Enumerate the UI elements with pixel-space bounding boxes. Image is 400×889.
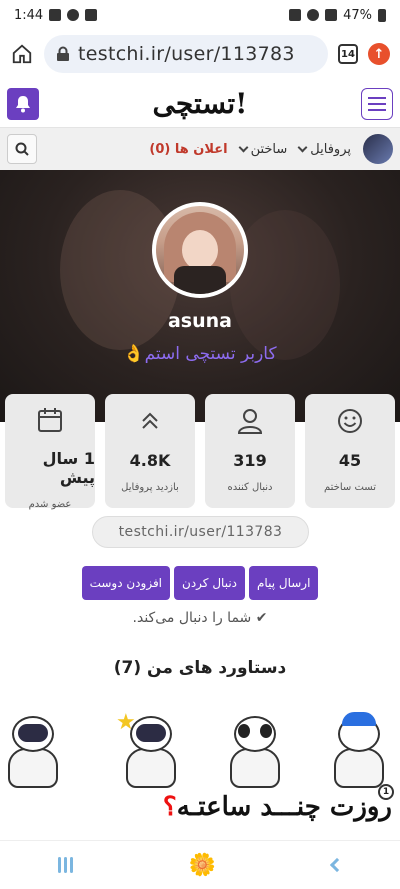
nav-build-label: ساختن (250, 141, 288, 157)
follow-button[interactable]: دنبال کردن (174, 566, 245, 600)
stat-member-since: 1 سال پیش عضو شدم (5, 394, 95, 510)
stat-profile-views: 4.8K بازدید پروفایل (105, 394, 195, 508)
star-icon: ★ (116, 710, 136, 735)
update-icon[interactable]: ↑ (368, 43, 390, 65)
notifications-button[interactable] (7, 87, 39, 120)
battery-icon (378, 8, 386, 22)
profile-actions: ارسال پیام دنبال کردن افزودن دوست (0, 566, 400, 600)
nav-build[interactable]: ساختن (238, 141, 288, 157)
stat-label: عضو شدم (28, 499, 72, 510)
search-icon (15, 142, 29, 156)
calendar-icon (36, 406, 64, 434)
stat-value: 45 (338, 451, 362, 470)
profile-username: asuna (167, 310, 232, 332)
stat-value: 1 سال پیش (42, 449, 95, 487)
banner-count-badge: 1 (378, 784, 394, 800)
hamburger-menu-button[interactable] (361, 87, 393, 120)
stat-value: 319 (233, 451, 267, 470)
follows-you-note: ✔ شما را دنبال می‌کند. (132, 610, 268, 626)
signal-icon (325, 9, 338, 21)
stat-label: دنبال کننده (227, 482, 273, 493)
profile-stats: 1 سال پیش عضو شدم 4.8K بازدید پروفایل 31… (5, 394, 395, 510)
stat-label: تست ساختم (324, 482, 376, 493)
banner-text: روزت چنـــد ساعتـه؟ (163, 792, 392, 822)
wifi-icon (307, 9, 320, 21)
nav-profile-label: پروفایل (310, 141, 351, 157)
nav-profile[interactable]: پروفایل (297, 141, 351, 157)
nav-notifications[interactable]: اعلان ها (0) (149, 142, 227, 157)
profile-role: کاربر تستچی استم👌 (123, 344, 277, 364)
profile-cover: asuna کاربر تستچی استم👌 (0, 170, 400, 422)
site-header: تستچی! (0, 80, 400, 128)
site-logo[interactable]: تستچی! (153, 87, 248, 120)
home-icon[interactable] (10, 42, 34, 66)
mute-icon (289, 9, 302, 21)
achievement-panda-badge[interactable] (216, 710, 296, 790)
stat-value: 4.8K (129, 451, 171, 470)
smiley-icon (336, 406, 364, 436)
achievements-list: ★ (0, 710, 400, 790)
achievement-astronaut-badge[interactable] (8, 710, 88, 790)
achievement-bear-badge[interactable] (320, 710, 400, 790)
lock-icon (57, 46, 69, 61)
status-bar: 1:44 47% (0, 0, 400, 30)
flower-home-icon[interactable]: 🌼 (189, 853, 216, 878)
back-icon[interactable] (329, 857, 345, 873)
achievements-title: دستاورد های من (7) (113, 658, 287, 678)
sync-icon (67, 9, 80, 21)
achievement-astronaut-star-badge[interactable]: ★ (112, 710, 192, 790)
send-message-button[interactable]: ارسال پیام (249, 566, 319, 600)
browser-bottom-nav: 🌼 (0, 840, 400, 889)
user-icon (236, 406, 264, 436)
nav-bar: پروفایل ساختن اعلان ها (0) (0, 128, 400, 170)
profile-url-pill[interactable]: testchi.ir/user/113783 (92, 516, 309, 548)
stat-followers[interactable]: 319 دنبال کننده (205, 394, 295, 508)
battery-level: 47% (343, 7, 372, 23)
add-friend-button[interactable]: افزودن دوست (81, 566, 171, 600)
profile-avatar[interactable] (152, 202, 248, 298)
tabs-button[interactable]: 14 (338, 44, 358, 64)
clock: 1:44 (14, 7, 44, 23)
gallery-icon (85, 9, 98, 21)
url-text: testchi.ir/user/113783 (78, 43, 295, 65)
hourly-badge-banner[interactable]: روزت چنـــد ساعتـه؟ 1 (140, 784, 400, 836)
stat-label: بازدید پروفایل (121, 482, 179, 493)
address-bar[interactable]: testchi.ir/user/113783 (44, 35, 328, 73)
bell-icon (16, 95, 30, 112)
nav-avatar[interactable] (363, 134, 393, 164)
browser-toolbar: testchi.ir/user/113783 14 ↑ (0, 30, 400, 78)
cover-image-shadow (230, 210, 340, 360)
recent-apps-icon[interactable] (57, 857, 73, 873)
banner-question-mark: ؟ (162, 792, 177, 822)
message-icon (49, 9, 62, 21)
chevrons-up-icon (138, 406, 162, 436)
banner-main-text: روزت چنـــد ساعتـه (176, 792, 392, 822)
chevron-down-icon (238, 142, 249, 152)
search-button[interactable] (7, 134, 37, 164)
chevron-down-icon (297, 142, 308, 152)
stat-tests-made[interactable]: 45 تست ساختم (305, 394, 395, 508)
